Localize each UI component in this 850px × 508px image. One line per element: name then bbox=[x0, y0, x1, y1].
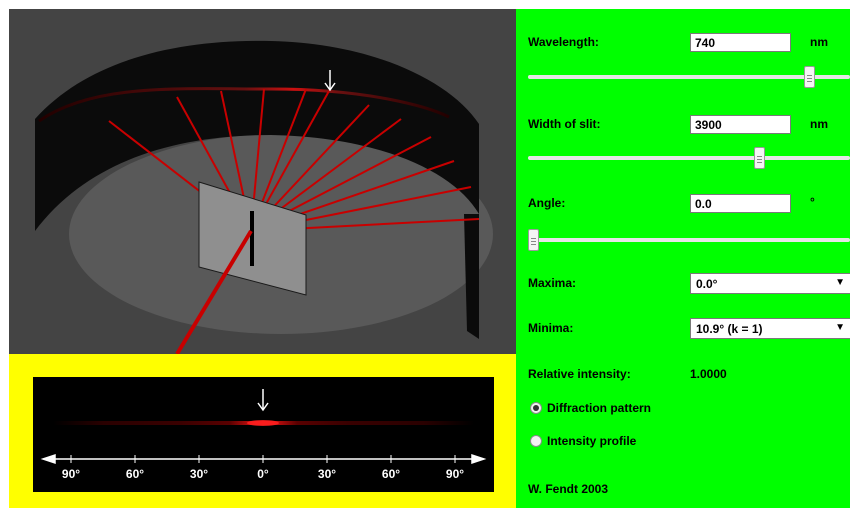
angle-slider-track[interactable] bbox=[528, 238, 850, 242]
chevron-down-icon: ▼ bbox=[835, 277, 845, 288]
app-window: 90° 60° 30° 0° 30° 60° 90° Wavelength: n… bbox=[0, 0, 850, 508]
scale-label-0: 0° bbox=[257, 467, 269, 481]
slit-width-slider-thumb[interactable] bbox=[754, 147, 765, 169]
chevron-down-icon: ▼ bbox=[835, 322, 845, 333]
maxima-selected-value: 0.0° bbox=[696, 277, 718, 291]
maxima-label: Maxima: bbox=[528, 276, 577, 290]
slit-width-input[interactable] bbox=[690, 115, 791, 134]
pattern-down-arrow-icon bbox=[257, 389, 269, 412]
minima-label: Minima: bbox=[528, 321, 574, 335]
relative-intensity-value: 1.0000 bbox=[690, 367, 727, 381]
radio-intensity-profile-label: Intensity profile bbox=[547, 434, 637, 448]
wavelength-input[interactable] bbox=[690, 33, 791, 52]
scale-label-left-30: 30° bbox=[190, 467, 208, 481]
wavelength-slider-thumb[interactable] bbox=[804, 66, 815, 88]
slit-width-unit: nm bbox=[810, 117, 828, 131]
screen-edge bbox=[464, 214, 479, 339]
minima-select[interactable]: 10.9° (k = 1) ▼ bbox=[690, 318, 850, 339]
scale-label-right-60: 60° bbox=[382, 467, 400, 481]
angle-input[interactable] bbox=[690, 194, 791, 213]
diffraction-3d-svg bbox=[35, 40, 493, 354]
maxima-select[interactable]: 0.0° ▼ bbox=[690, 273, 850, 294]
radio-diffraction-pattern-label: Diffraction pattern bbox=[547, 401, 652, 415]
central-maximum bbox=[247, 420, 279, 426]
slit-width-slider-track[interactable] bbox=[528, 156, 850, 160]
angle-slider-thumb[interactable] bbox=[528, 229, 539, 251]
radio-unchecked-icon[interactable] bbox=[530, 435, 542, 447]
wavelength-label: Wavelength: bbox=[528, 35, 599, 49]
scale-label-left-60: 60° bbox=[126, 467, 144, 481]
scale-label-left-90: 90° bbox=[62, 467, 80, 481]
slit bbox=[250, 211, 254, 266]
angle-unit: ° bbox=[810, 195, 815, 209]
wavelength-slider-track[interactable] bbox=[528, 75, 850, 79]
minima-selected-value: 10.9° (k = 1) bbox=[696, 322, 763, 336]
control-panel: Wavelength: nm Width of slit: nm Angle: … bbox=[516, 9, 850, 508]
wavelength-unit: nm bbox=[810, 35, 828, 49]
radio-checked-icon[interactable] bbox=[530, 402, 542, 414]
angle-label: Angle: bbox=[528, 196, 566, 210]
author-credit: W. Fendt 2003 bbox=[528, 482, 609, 496]
pattern-display: 90° 60° 30° 0° 30° 60° 90° bbox=[33, 377, 494, 492]
scale-label-right-30: 30° bbox=[318, 467, 336, 481]
diffraction-3d-view bbox=[9, 9, 516, 354]
pattern-frame: 90° 60° 30° 0° 30° 60° 90° bbox=[9, 354, 516, 508]
relative-intensity-label: Relative intensity: bbox=[528, 367, 631, 381]
slit-width-label: Width of slit: bbox=[528, 117, 601, 131]
scale-label-right-90: 90° bbox=[446, 467, 464, 481]
pattern-svg: 90° 60° 30° 0° 30° 60° 90° bbox=[40, 389, 487, 481]
